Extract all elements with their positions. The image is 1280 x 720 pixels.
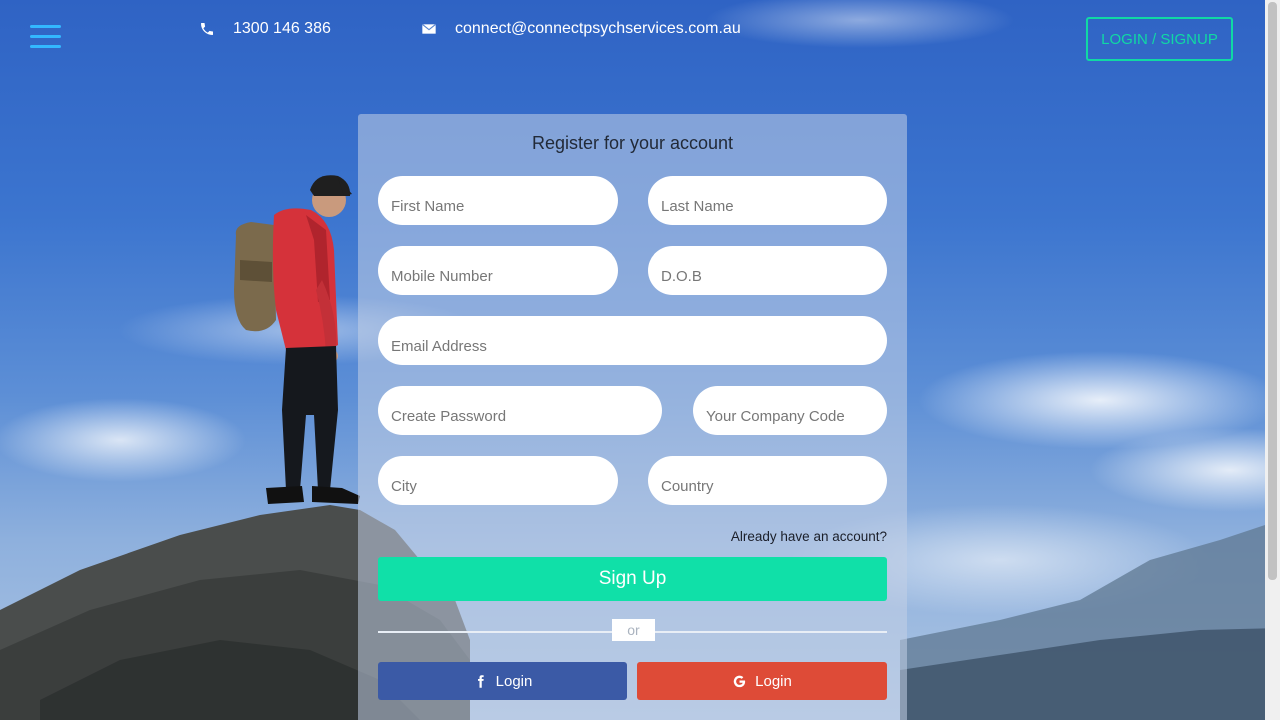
phone-contact[interactable]: 1300 146 386 — [199, 20, 331, 38]
registration-form: Register for your account Already have a… — [358, 114, 907, 720]
dob-input[interactable] — [648, 246, 887, 295]
or-label: or — [612, 619, 655, 641]
page-scrollbar[interactable] — [1265, 0, 1280, 720]
email-address-input[interactable] — [378, 316, 887, 365]
country-input[interactable] — [648, 456, 887, 505]
phone-icon — [201, 23, 213, 35]
facebook-login-label: Login — [495, 672, 533, 690]
google-login-button[interactable]: Login — [637, 662, 887, 700]
already-have-account-link[interactable]: Already have an account? — [731, 529, 887, 544]
google-icon — [733, 675, 746, 687]
city-input[interactable] — [378, 456, 618, 505]
scrollbar-thumb[interactable] — [1268, 2, 1277, 580]
form-title: Register for your account — [531, 133, 734, 153]
registration-page: 1300 146 386 connect@connectpsychservice… — [0, 0, 1280, 720]
envelope-icon — [421, 23, 437, 34]
email-address: connect@connectpsychservices.com.au — [455, 20, 741, 37]
phone-number: 1300 146 386 — [233, 20, 331, 37]
login-signup-button[interactable]: LOGIN / SIGNUP — [1086, 17, 1233, 61]
mobile-number-input[interactable] — [378, 246, 618, 295]
sign-up-button[interactable]: Sign Up — [378, 557, 887, 601]
facebook-login-button[interactable]: Login — [378, 662, 627, 700]
email-contact[interactable]: connect@connectpsychservices.com.au — [421, 20, 741, 38]
last-name-input[interactable] — [648, 176, 887, 225]
google-login-label: Login — [755, 672, 792, 690]
hamburger-menu-icon[interactable] — [30, 25, 62, 51]
create-password-input[interactable] — [378, 386, 662, 435]
company-code-input[interactable] — [693, 386, 887, 435]
facebook-icon — [477, 674, 484, 688]
hiker-illustration — [234, 175, 360, 504]
first-name-input[interactable] — [378, 176, 618, 225]
